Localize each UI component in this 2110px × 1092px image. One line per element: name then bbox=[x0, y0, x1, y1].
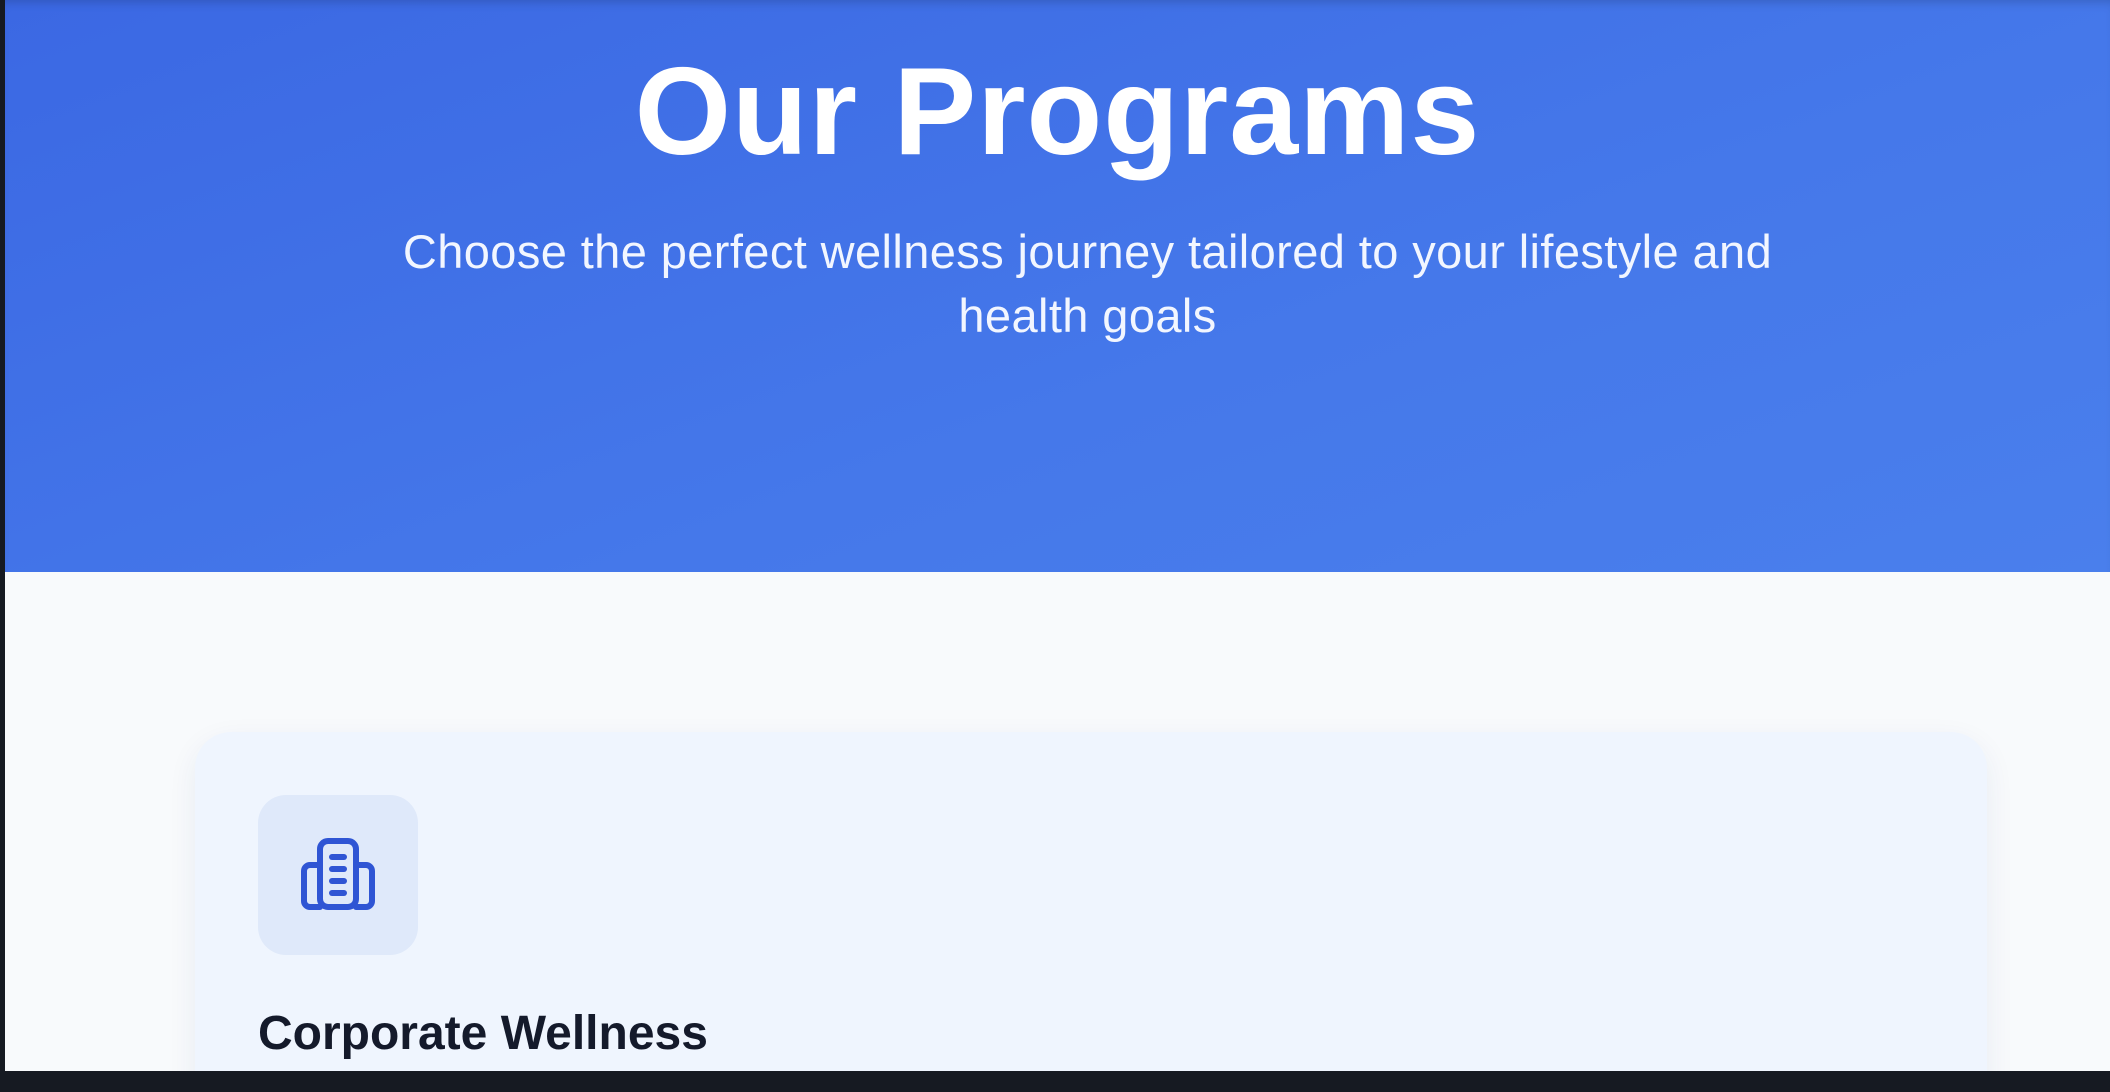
programs-section: Corporate Wellness bbox=[5, 572, 2110, 1071]
program-card-corporate-wellness[interactable]: Corporate Wellness bbox=[195, 732, 1987, 1071]
hero-subtitle: Choose the perfect wellness journey tail… bbox=[402, 225, 1773, 342]
building-icon bbox=[301, 838, 375, 910]
window-bottom-edge bbox=[0, 1071, 2110, 1092]
program-title: Corporate Wellness bbox=[258, 1007, 708, 1060]
page-viewport: Our Programs Choose the perfect wellness… bbox=[5, 0, 2110, 1071]
program-icon-tile bbox=[258, 795, 418, 955]
programs-hero: Our Programs Choose the perfect wellness… bbox=[5, 0, 2110, 572]
page-title: Our Programs bbox=[634, 43, 1481, 181]
